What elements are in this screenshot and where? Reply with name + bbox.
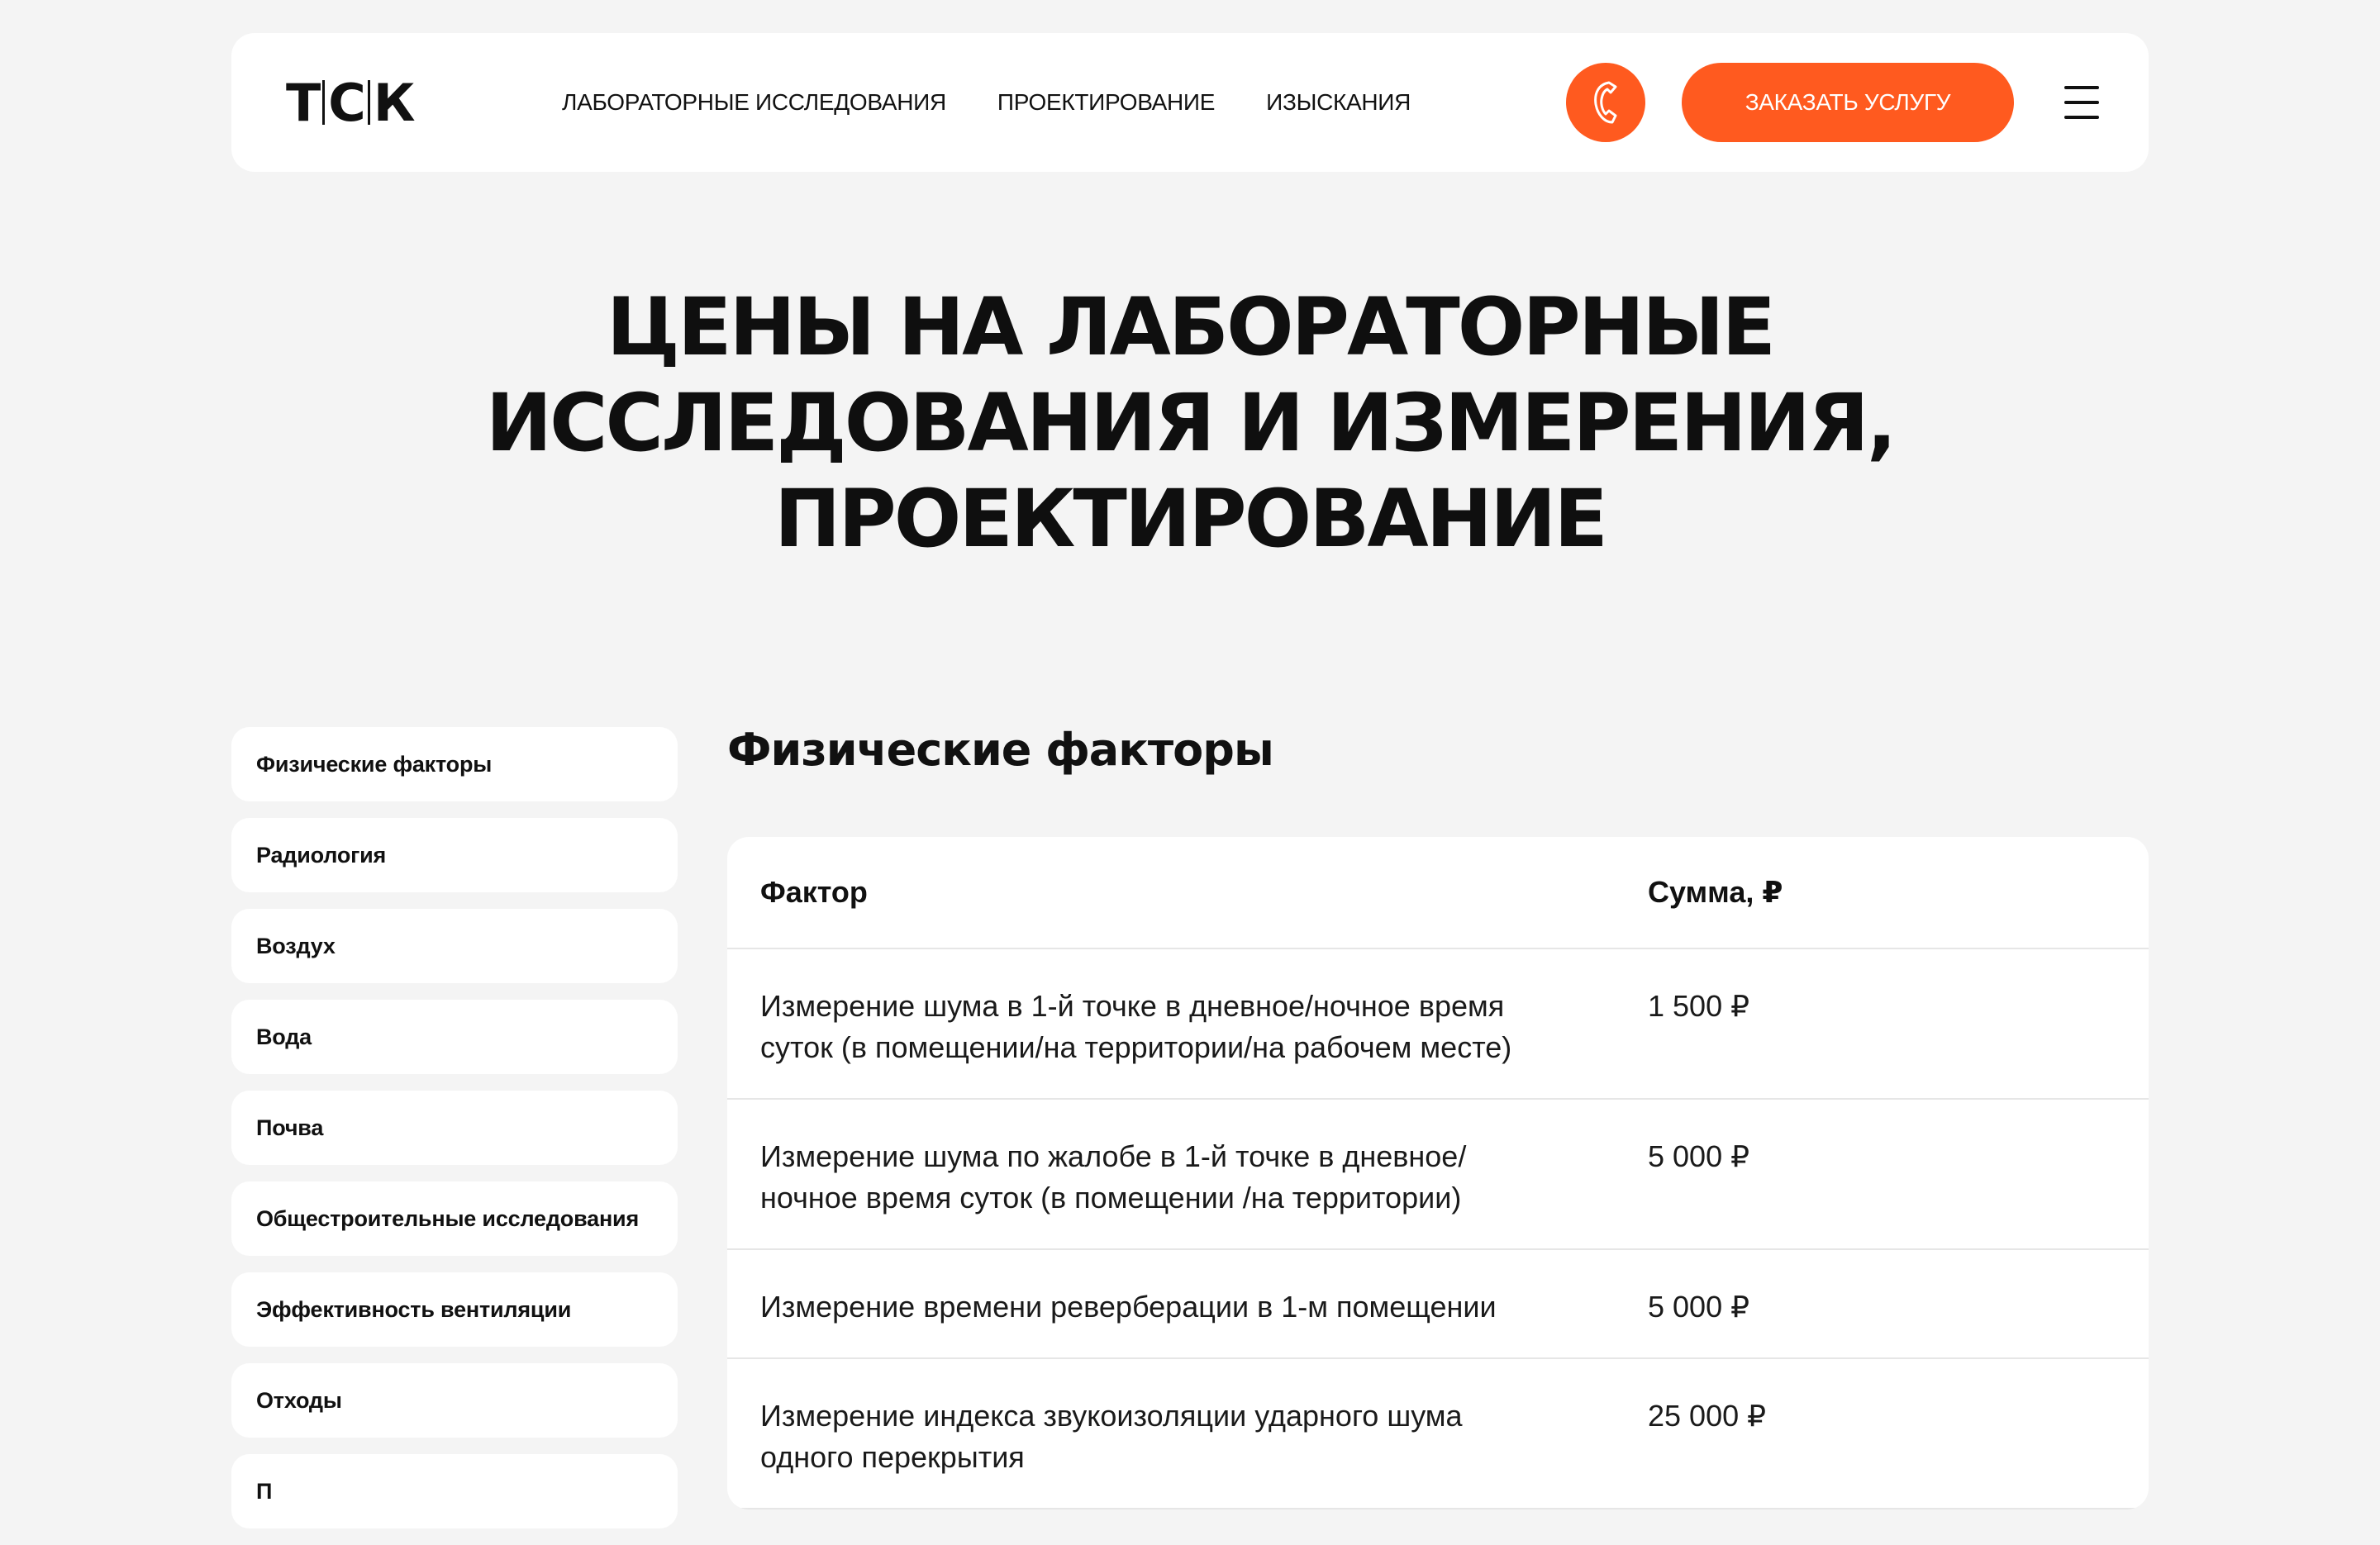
row-factor: Измерение шума по жалобе в 1-й точке в д… <box>760 1139 1467 1215</box>
menu-bar <box>2064 116 2099 119</box>
table-row: Измерение шума в 1-й точке в дневное/ноч… <box>727 949 2149 1100</box>
column-header-factor: Фактор <box>760 875 868 909</box>
row-sum: 1 500 ₽ <box>1648 989 1749 1023</box>
page-title-line: ИССЛЕДОВАНИЯ И ИЗМЕРЕНИЯ, <box>485 377 1897 469</box>
logo-divider <box>367 80 370 125</box>
logo[interactable]: Т С К <box>286 72 416 133</box>
call-button[interactable] <box>1566 63 1645 142</box>
row-sum: 25 000 ₽ <box>1648 1399 1767 1433</box>
order-service-button[interactable]: ЗАКАЗАТЬ УСЛУГУ <box>1682 63 2014 142</box>
category-sidebar: Физические факторы Радиология Воздух Вод… <box>231 727 678 1545</box>
logo-letter: К <box>373 72 416 133</box>
sidebar-item-next[interactable]: П <box>231 1454 678 1528</box>
sidebar-item-waste[interactable]: Отходы <box>231 1363 678 1438</box>
site-header: Т С К ЛАБОРАТОРНЫЕ ИССЛЕДОВАНИЯ ПРОЕКТИР… <box>231 33 2149 172</box>
table-row: Измерение шума по жалобе в 1-й точке в д… <box>727 1100 2149 1250</box>
section-title: Физические факторы <box>727 724 1274 776</box>
sidebar-item-ventilation[interactable]: Эффективность вентиляции <box>231 1272 678 1347</box>
row-sum: 5 000 ₽ <box>1648 1139 1749 1173</box>
main-nav: ЛАБОРАТОРНЫЕ ИССЛЕДОВАНИЯ ПРОЕКТИРОВАНИЕ… <box>562 33 1411 172</box>
hamburger-menu-icon[interactable] <box>2064 83 2104 122</box>
nav-item-design[interactable]: ПРОЕКТИРОВАНИЕ <box>997 89 1216 116</box>
row-sum: 5 000 ₽ <box>1648 1290 1749 1324</box>
table-header: Фактор Сумма, ₽ <box>727 837 2149 949</box>
logo-letter: С <box>328 72 365 133</box>
phone-icon <box>1594 81 1617 124</box>
nav-item-laboratory[interactable]: ЛАБОРАТОРНЫЕ ИССЛЕДОВАНИЯ <box>562 89 946 116</box>
column-header-sum: Сумма, ₽ <box>1648 875 1783 909</box>
page-title: ЦЕНЫ НА ЛАБОРАТОРНЫЕ ИССЛЕДОВАНИЯ И ИЗМЕ… <box>231 279 2149 567</box>
row-factor: Измерение времени реверберации в 1-м пом… <box>760 1290 1497 1324</box>
menu-bar <box>2064 86 2099 89</box>
sidebar-item-radiology[interactable]: Радиология <box>231 818 678 892</box>
page-title-line: ПРОЕКТИРОВАНИЕ <box>774 473 1608 565</box>
table-row: Измерение времени реверберации в 1-м пом… <box>727 1250 2149 1359</box>
sidebar-item-construction[interactable]: Общестроительные исследования <box>231 1181 678 1256</box>
sidebar-item-water[interactable]: Вода <box>231 1000 678 1074</box>
row-factor: Измерение шума в 1-й точке в дневное/ноч… <box>760 989 1512 1064</box>
row-factor: Измерение индекса звукоизоляции ударного… <box>760 1399 1463 1474</box>
price-table: Фактор Сумма, ₽ Измерение шума в 1-й точ… <box>727 837 2149 1509</box>
nav-item-surveys[interactable]: ИЗЫСКАНИЯ <box>1266 89 1411 116</box>
sidebar-item-physical-factors[interactable]: Физические факторы <box>231 727 678 801</box>
sidebar-item-soil[interactable]: Почва <box>231 1091 678 1165</box>
sidebar-item-air[interactable]: Воздух <box>231 909 678 983</box>
page-title-line: ЦЕНЫ НА ЛАБОРАТОРНЫЕ <box>606 281 1776 373</box>
logo-divider <box>322 80 326 125</box>
menu-bar <box>2064 101 2099 104</box>
logo-letter: Т <box>286 72 321 133</box>
